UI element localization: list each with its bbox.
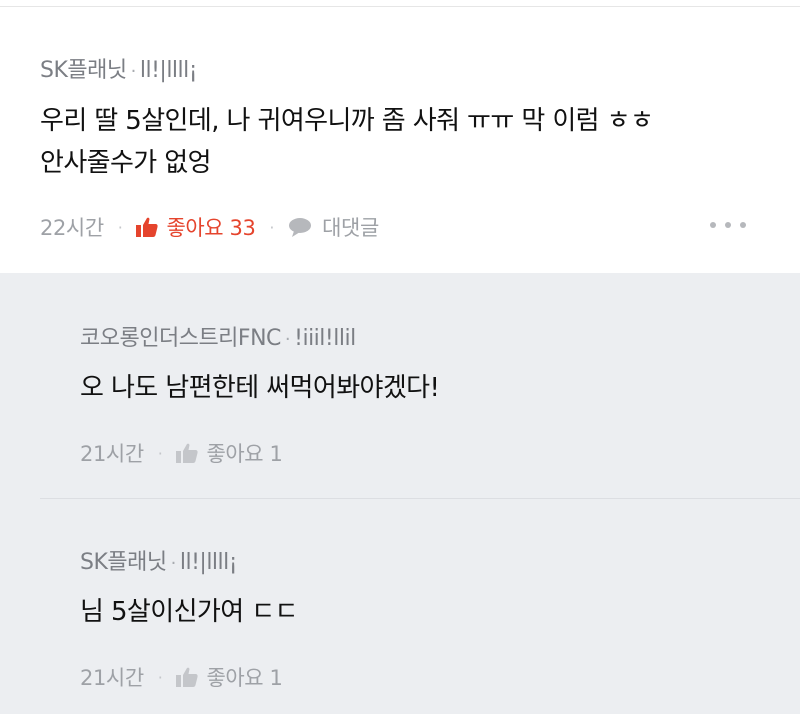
like-button[interactable]: 좋아요 1 (176, 662, 283, 692)
separator-dot: · (170, 553, 177, 574)
user-tag: !iiil!llil (294, 326, 356, 351)
reply-author[interactable]: SK플래닛 · ll!|llll¡ (80, 544, 238, 576)
like-label: 좋아요 33 (166, 216, 256, 240)
like-label: 좋아요 1 (206, 666, 283, 690)
like-label: 좋아요 1 (206, 442, 283, 466)
dot (710, 222, 716, 228)
thumbs-up-icon (136, 217, 159, 237)
author-name[interactable]: 코오롱인더스트리FNC (80, 326, 281, 351)
reply-meta: 21시간 · 좋아요 1 (80, 662, 283, 692)
comment-author[interactable]: SK플래닛 · ll!|llll¡ (40, 52, 198, 84)
reply-meta: 21시간 · 좋아요 1 (80, 438, 283, 468)
reply-text: 님 5살이신가여 ㄷㄷ (80, 597, 298, 627)
dot (725, 222, 731, 228)
more-dots-icon[interactable] (710, 217, 746, 233)
like-button[interactable]: 좋아요 1 (176, 438, 283, 468)
user-tag: ll!|llll¡ (139, 58, 198, 83)
reply-label: 대댓글 (322, 216, 379, 240)
reply-button[interactable]: 대댓글 (288, 212, 379, 242)
reply-author[interactable]: 코오롱인더스트리FNC · !iiil!llil (80, 320, 356, 352)
reply-text: 오 나도 남편한테 써먹어봐야겠다! (80, 373, 440, 403)
like-button[interactable]: 좋아요 33 (136, 212, 256, 242)
thumbs-up-icon (176, 667, 199, 687)
author-name[interactable]: SK플래닛 (80, 550, 167, 575)
comment-time: 22시간 (40, 216, 104, 240)
separator-dot: · (284, 329, 291, 350)
separator-dot: · (117, 217, 123, 237)
separator-dot: · (130, 61, 137, 82)
speech-bubble-icon (289, 218, 312, 237)
author-name[interactable]: SK플래닛 (40, 58, 127, 83)
reply-time: 21시간 (80, 666, 144, 690)
separator-dot: · (157, 667, 163, 687)
reply-time: 21시간 (80, 442, 144, 466)
comment-meta: 22시간 · 좋아요 33 · 대댓글 (40, 212, 379, 242)
user-tag: ll!|llll¡ (179, 550, 238, 575)
separator-dot: · (157, 443, 163, 463)
comment-text-line: 안사줄수가 없엉 (40, 148, 212, 178)
comment-text: 우리 딸 5살인데, 나 귀여우니까 좀 사줘 ㅠㅠ 막 이럼 ㅎㅎ 안사줄수가… (40, 100, 654, 184)
thumbs-up-icon (176, 443, 199, 463)
separator-dot: · (269, 217, 275, 237)
comment-text-line: 우리 딸 5살인데, 나 귀여우니까 좀 사줘 ㅠㅠ 막 이럼 ㅎㅎ (40, 106, 654, 136)
dot (740, 222, 746, 228)
reply-divider (40, 498, 800, 499)
